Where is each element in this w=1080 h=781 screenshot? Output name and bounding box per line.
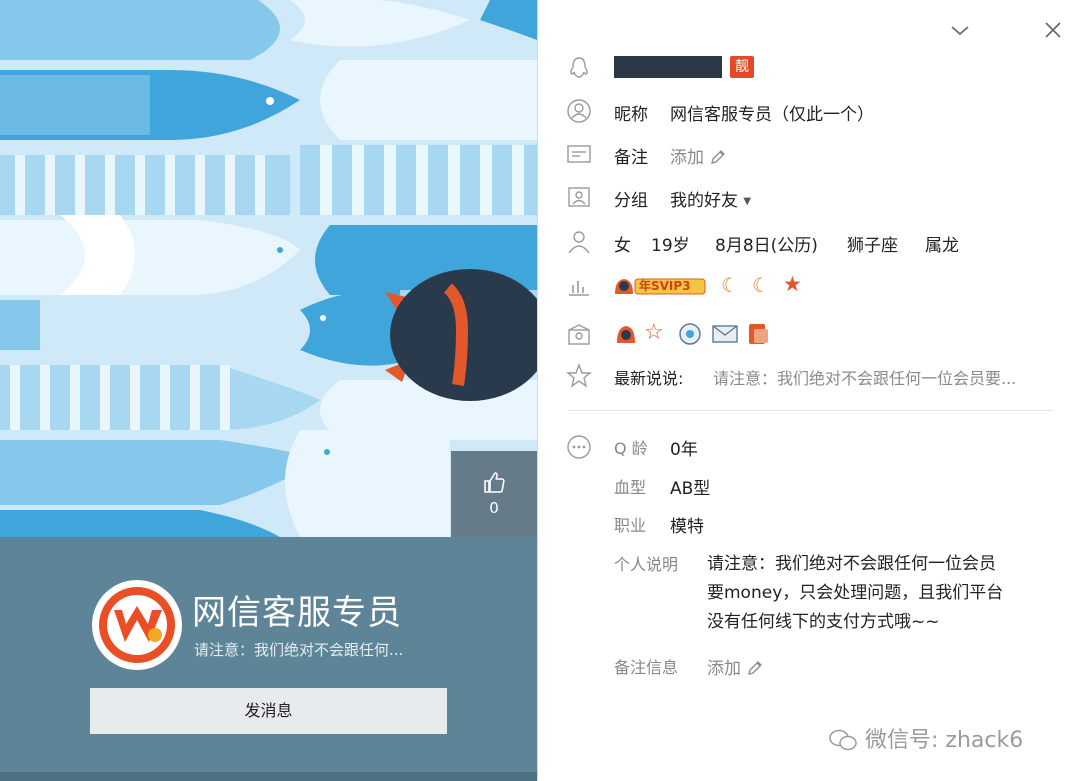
moon-icon: ☾ — [752, 273, 770, 297]
personal-row: 女 19岁 8月8日(公历) 狮子座 属龙 — [538, 226, 1080, 258]
person-icon — [568, 231, 590, 254]
info-panel: 靓 昵称 网信客服专员（仅此一个） 备注 添加 分组 我的好友 ▼ 女 19岁 … — [537, 0, 1080, 781]
divider — [568, 410, 1053, 411]
latest-post-row[interactable]: 最新说说: 请注意：我们绝对不会跟任何一位会员要... — [538, 360, 1080, 392]
group-row: 分组 我的好友 ▼ — [538, 181, 1080, 213]
latest-post-label: 最新说说: — [614, 369, 684, 388]
remark-info-add-text: 添加 — [707, 659, 741, 679]
svip-badge[interactable]: 年SVIP3 — [613, 274, 707, 302]
send-message-button[interactable]: 发消息 — [90, 688, 447, 734]
wallet-icon[interactable] — [746, 321, 770, 347]
thumbs-up-icon — [484, 472, 505, 493]
dropdown-caret-icon: ▼ — [743, 196, 752, 207]
zodiac-value: 狮子座 — [847, 236, 898, 256]
profile-name: 网信客服专员 — [192, 593, 402, 633]
watermark-text: 微信号: zhack6 — [865, 728, 1024, 753]
bio-line: 没有任何线下的支付方式哦~~ — [707, 612, 940, 632]
w-logo-icon — [93, 581, 181, 669]
moon-icon: ☾ — [721, 273, 739, 297]
group-dropdown[interactable]: 我的好友 ▼ — [670, 186, 751, 211]
services-row: ☆ — [538, 318, 1080, 350]
nickname-value: 网信客服专员（仅此一个） — [670, 105, 874, 125]
blood-type-value: AB型 — [670, 479, 711, 499]
liang-badge: 靓 — [730, 56, 754, 78]
nickname-row: 昵称 网信客服专员（仅此一个） — [538, 95, 1080, 127]
close-icon[interactable] — [1041, 18, 1065, 42]
job-label: 职业 — [614, 516, 647, 535]
profile-signature: 请注意：我们绝对不会跟任何... — [194, 641, 404, 659]
user-circle-icon — [567, 99, 591, 123]
camera-eye-icon[interactable] — [678, 322, 702, 346]
level-chart-icon — [569, 281, 589, 296]
wechat-icon — [829, 729, 857, 751]
bio-line: 要money，只会处理问题，且我们平台 — [707, 583, 1004, 603]
watermark: 微信号: zhack6 — [828, 722, 1023, 754]
group-icon — [568, 187, 590, 207]
birthday-value: 8月8日(公历) — [715, 236, 818, 256]
penguin-outline-icon — [570, 57, 588, 78]
bottom-strip — [0, 772, 537, 781]
account-row: 靓 — [538, 52, 1080, 84]
profile-card: 0 网信客服专员 请注意：我们绝对不会跟任何... 发消息 — [0, 0, 537, 781]
star-outline-icon — [566, 363, 592, 388]
qage-value: 0年 — [670, 440, 698, 460]
chinese-zodiac-value: 属龙 — [925, 236, 959, 256]
mail-icon[interactable] — [712, 323, 738, 345]
qage-label: Q 龄 — [614, 439, 648, 458]
gender-value: 女 — [614, 236, 631, 256]
group-label: 分组 — [614, 191, 648, 211]
bio-line: 请注意：我们绝对不会跟任何一位会员 — [707, 554, 996, 574]
id-card-icon — [567, 145, 591, 163]
bio-label: 个人说明 — [614, 555, 679, 574]
like-button[interactable]: 0 — [451, 451, 537, 537]
chevron-down-icon[interactable] — [948, 18, 972, 42]
avatar[interactable] — [92, 580, 182, 670]
age-value: 19岁 — [651, 236, 690, 256]
remark-add-link[interactable]: 添加 — [670, 143, 727, 168]
level-row: 年SVIP3 ☾ ☾ ★ — [538, 270, 1080, 302]
qq-vip-icon[interactable] — [614, 322, 638, 346]
job-value: 模特 — [670, 517, 704, 537]
blood-type-label: 血型 — [614, 478, 647, 497]
more-info-icon — [567, 435, 591, 459]
star-icon: ★ — [783, 272, 802, 296]
bio-text: 请注意：我们绝对不会跟任何一位会员 要money，只会处理问题，且我们平台 没有… — [707, 550, 1003, 637]
svip-text: 年SVIP3 — [639, 279, 691, 293]
remark-row: 备注 添加 — [538, 138, 1080, 170]
remark-label: 备注 — [614, 148, 648, 168]
like-count: 0 — [489, 499, 499, 517]
group-value: 我的好友 — [670, 191, 738, 211]
remark-info-add-link[interactable]: 添加 — [707, 654, 764, 679]
remark-add-text: 添加 — [670, 148, 704, 168]
pencil-icon — [711, 150, 726, 164]
star-outline-icon[interactable]: ☆ — [644, 320, 664, 345]
nickname-label: 昵称 — [614, 105, 648, 125]
account-number-redacted — [614, 56, 722, 78]
gift-box-icon — [568, 324, 590, 345]
latest-post-text: 请注意：我们绝对不会跟任何一位会员要... — [713, 369, 1017, 388]
pencil-icon — [748, 661, 763, 675]
remark-info-label: 备注信息 — [614, 658, 679, 677]
